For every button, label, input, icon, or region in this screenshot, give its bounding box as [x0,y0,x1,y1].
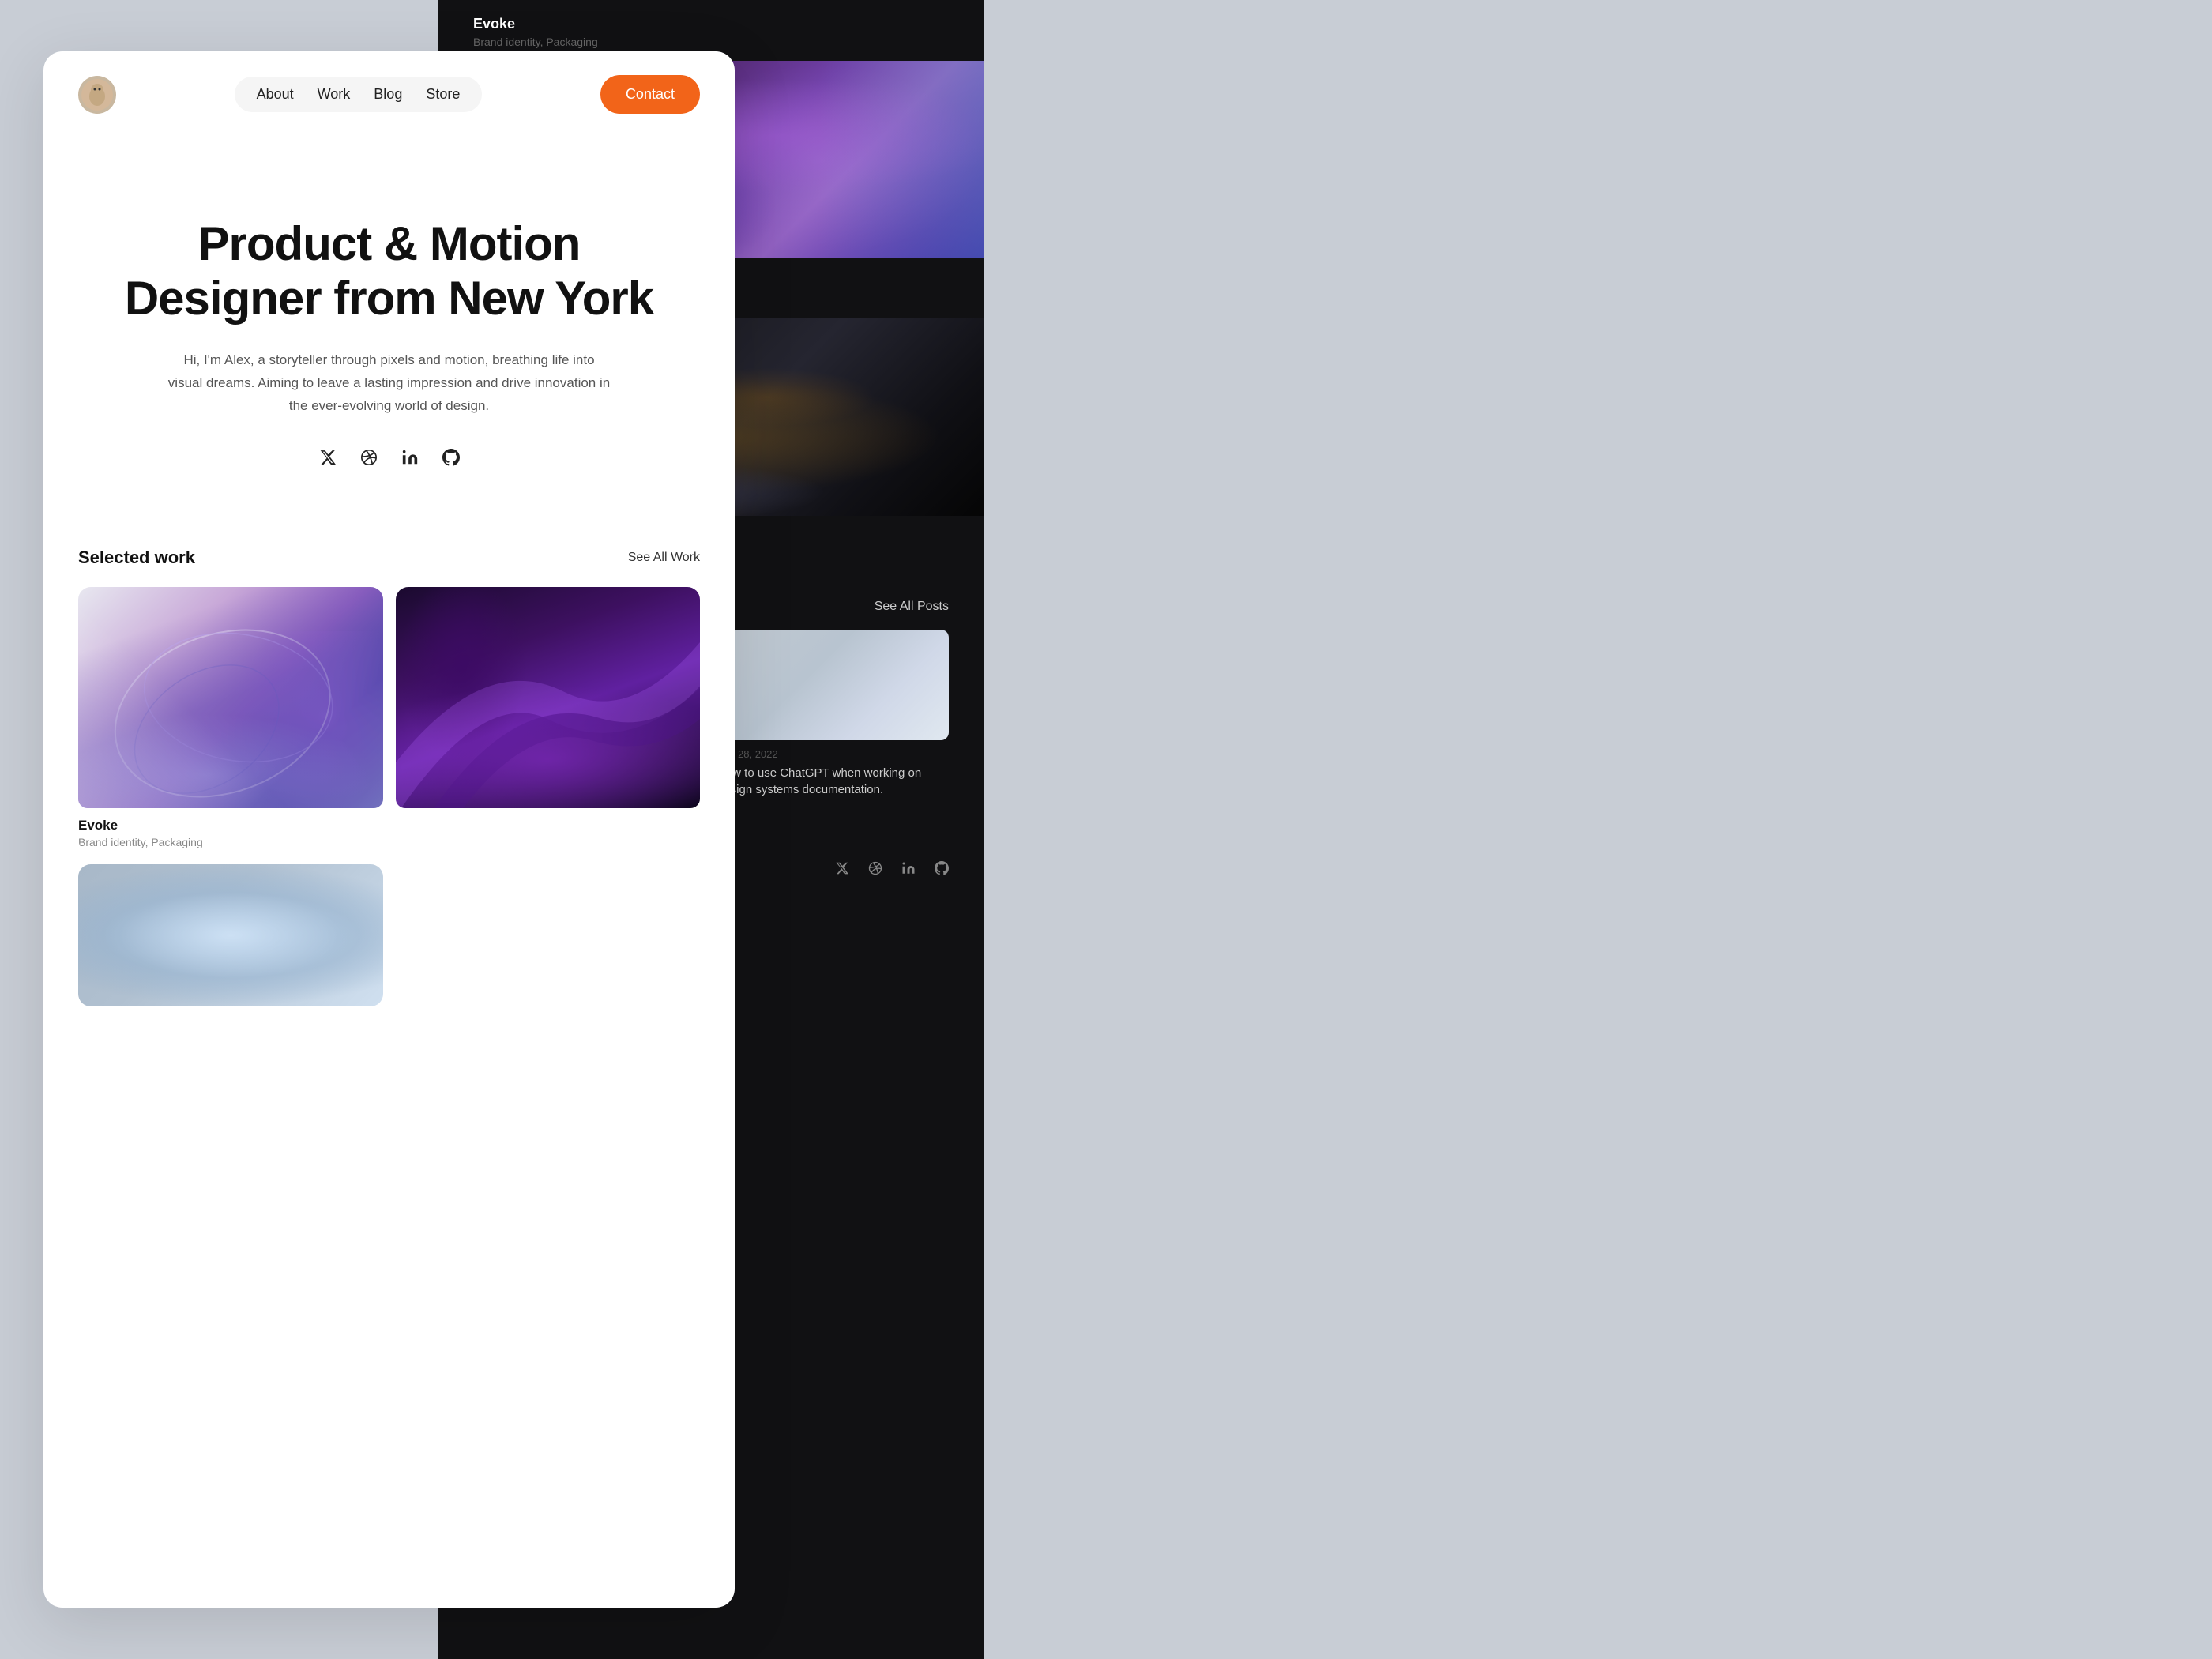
see-all-posts-link[interactable]: See All Posts [875,600,949,614]
evoke-thumbnail [78,587,383,808]
selected-work-header: Selected work See All Work [43,516,735,587]
dark-github-icon[interactable] [935,861,949,879]
main-nav: About Work Blog Store Contact [43,51,735,137]
avatar [78,76,116,114]
nav-work-link[interactable]: Work [308,83,360,106]
evoke-tags: Brand identity, Packaging [78,836,383,848]
work-item-purple[interactable] [396,587,701,852]
hero-subtitle: Hi, I'm Alex, a storyteller through pixe… [168,349,611,418]
nav-about-link[interactable]: About [247,83,303,106]
hero-section: Product & Motion Designer from New York … [43,137,735,516]
twitter-x-icon[interactable] [317,446,339,468]
blog-thumb-2 [717,630,949,740]
work-item-blue[interactable] [78,864,383,1006]
linkedin-icon[interactable] [399,446,421,468]
selected-work-title: Selected work [78,547,195,568]
dark-linkedin-icon[interactable] [901,861,916,879]
work-second-row [43,852,735,1006]
blog-date-2: Feb 28, 2022 [717,748,949,760]
purple-thumbnail [396,587,701,808]
blue-thumbnail [78,864,383,1006]
white-portfolio-card: About Work Blog Store Contact Product & … [43,51,735,1608]
social-icons-group [78,446,700,468]
blog-item-2[interactable]: Feb 28, 2022 How to use ChatGPT when wor… [717,630,949,798]
work-grid: Evoke Brand identity, Packaging [43,587,735,852]
dark-twitter-x-icon[interactable] [835,861,849,879]
evoke-info: Evoke Brand identity, Packaging [78,808,383,852]
dark-evoke-title: Evoke [473,16,949,36]
nav-blog-link[interactable]: Blog [364,83,412,106]
dark-evoke-tags: Brand identity, Packaging [473,36,949,48]
dribbble-icon[interactable] [358,446,380,468]
dark-dribbble-icon[interactable] [868,861,882,879]
hero-title-line1: Product & Motion [198,217,581,270]
hero-title-line2: Designer from New York [125,272,653,325]
contact-button[interactable]: Contact [600,75,700,114]
evoke-title: Evoke [78,818,383,833]
nav-links-group: About Work Blog Store [235,77,483,112]
work-item-evoke[interactable]: Evoke Brand identity, Packaging [78,587,383,852]
see-all-work-link[interactable]: See All Work [628,551,700,565]
blog-title-2: How to use ChatGPT when working on desig… [717,765,949,798]
nav-store-link[interactable]: Store [416,83,469,106]
github-icon[interactable] [440,446,462,468]
hero-title: Product & Motion Designer from New York [78,216,700,325]
